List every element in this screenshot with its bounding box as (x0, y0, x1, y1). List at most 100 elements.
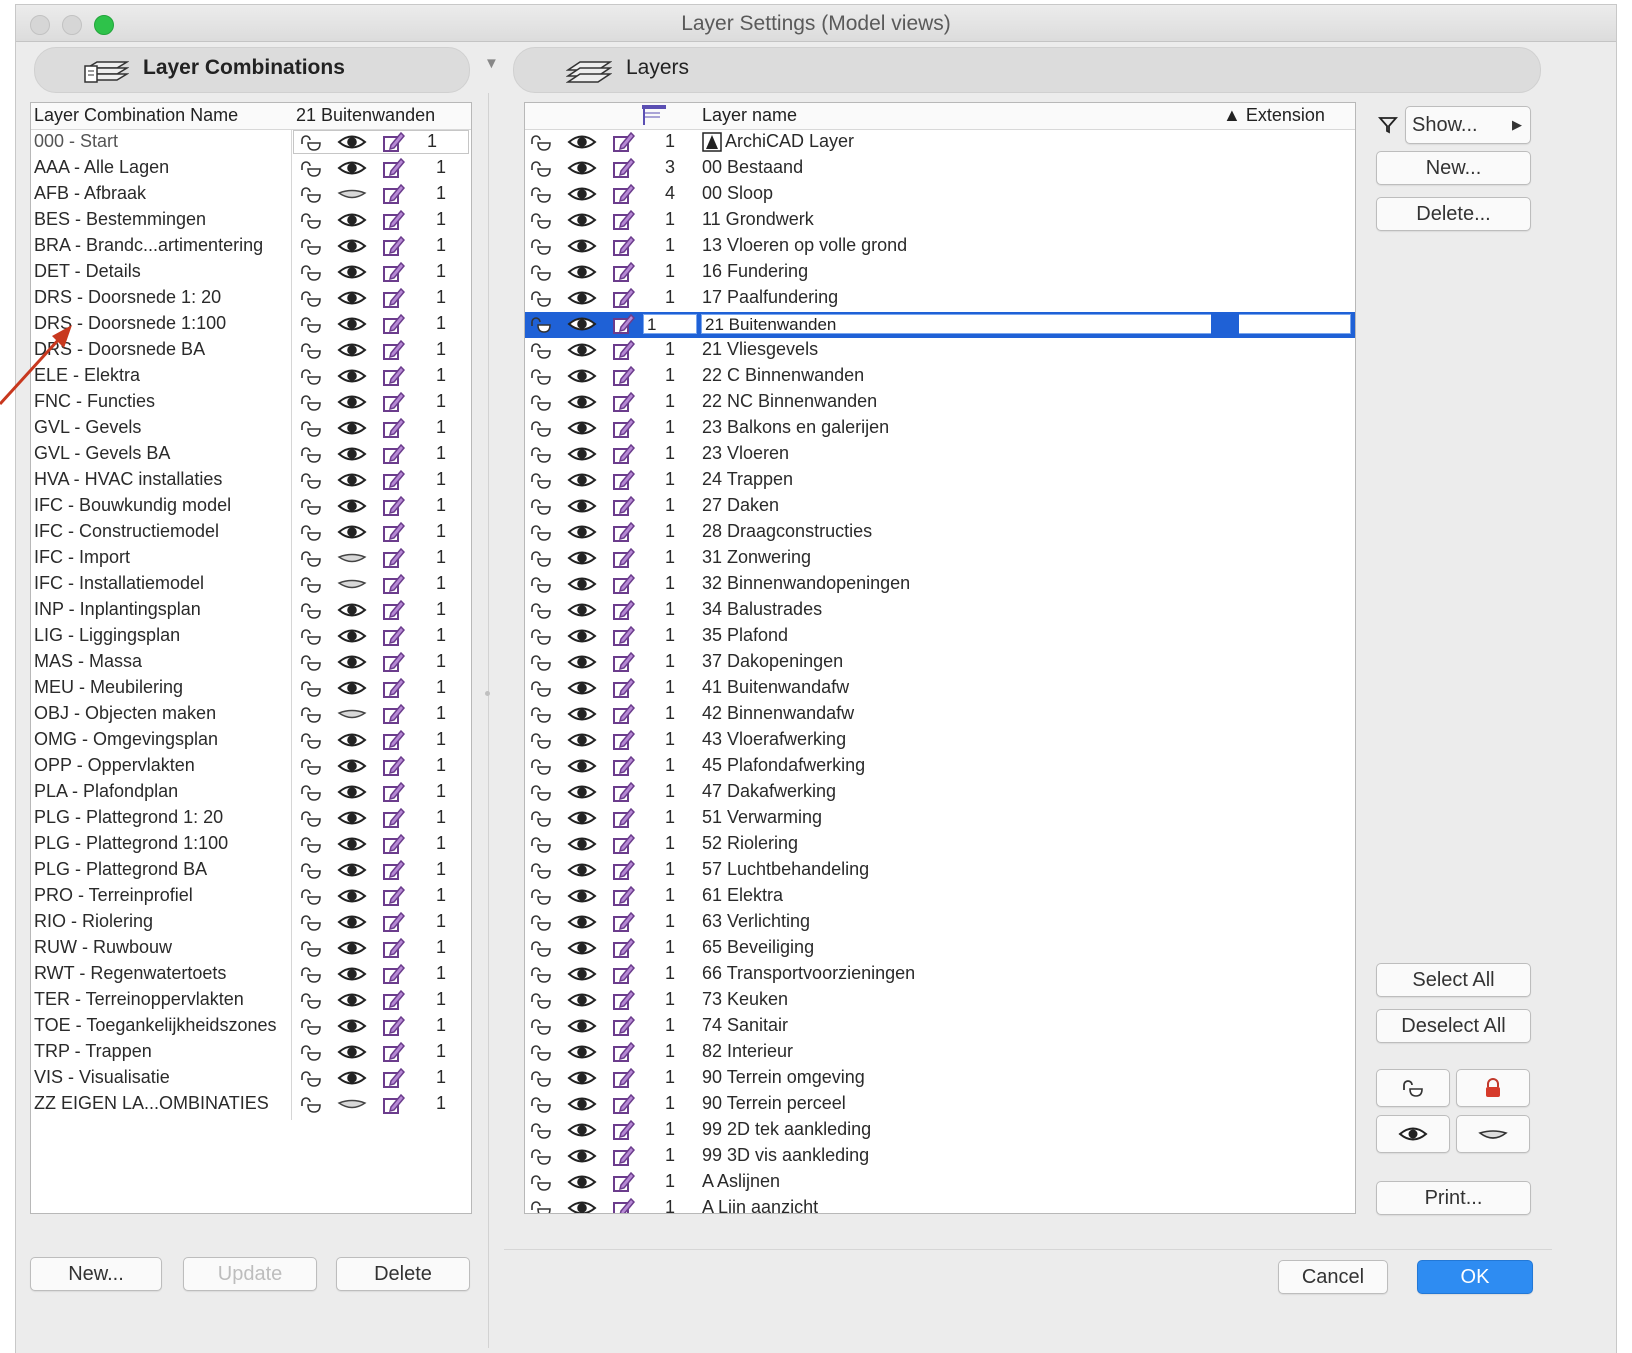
eye-icon[interactable] (567, 159, 597, 177)
unlocked-icon[interactable] (299, 419, 325, 439)
eye-icon[interactable] (337, 393, 367, 411)
print-button[interactable]: Print... (1376, 1181, 1531, 1215)
delete-combination-button[interactable]: Delete (336, 1257, 470, 1291)
eye-icon[interactable] (567, 497, 597, 515)
combination-row[interactable]: TRP - Trappen 1 (31, 1040, 471, 1066)
combination-row[interactable]: OMG - Omgevingsplan 1 (31, 728, 471, 754)
unlocked-icon[interactable] (299, 757, 325, 777)
unlocked-icon[interactable] (299, 731, 325, 751)
wireframe-icon[interactable] (381, 417, 405, 439)
eye-icon[interactable] (567, 731, 597, 749)
eye-icon[interactable] (567, 419, 597, 437)
wireframe-icon[interactable] (381, 495, 405, 517)
unlocked-icon[interactable] (299, 133, 325, 153)
eye-icon[interactable] (337, 783, 367, 801)
layer-row[interactable]: 1 61 Elektra (525, 884, 1355, 910)
layer-row[interactable]: 1 42 Binnenwandafw (525, 702, 1355, 728)
unlocked-icon[interactable] (529, 367, 555, 387)
combination-row[interactable]: DRS - Doorsnede BA 1 (31, 338, 471, 364)
eye-icon[interactable] (567, 1069, 597, 1087)
wireframe-icon[interactable] (381, 547, 405, 569)
unlocked-icon[interactable] (529, 185, 555, 205)
splitter-handle[interactable] (485, 691, 490, 696)
wireframe-icon[interactable] (611, 885, 635, 907)
unlocked-icon[interactable] (529, 523, 555, 543)
wireframe-icon[interactable] (611, 1119, 635, 1141)
unlocked-icon[interactable] (299, 1095, 325, 1115)
eye-icon[interactable] (567, 1173, 597, 1191)
layer-row[interactable]: 1 43 Vloerafwerking (525, 728, 1355, 754)
layer-row[interactable]: 1 90 Terrein omgeving (525, 1066, 1355, 1092)
wireframe-icon[interactable] (611, 469, 635, 491)
cancel-button[interactable]: Cancel (1278, 1260, 1388, 1294)
wireframe-icon[interactable] (381, 183, 405, 205)
eye-icon[interactable] (567, 263, 597, 281)
eye-icon[interactable] (337, 471, 367, 489)
unlocked-icon[interactable] (529, 965, 555, 985)
eye-icon[interactable] (337, 913, 367, 931)
wireframe-icon[interactable] (611, 937, 635, 959)
wireframe-icon[interactable] (381, 1093, 405, 1115)
lock-all-button[interactable] (1456, 1069, 1530, 1107)
eye-icon[interactable] (337, 861, 367, 879)
layer-row[interactable]: 1 21 Vliesgevels (525, 338, 1355, 364)
layer-row[interactable]: 1 28 Draagconstructies (525, 520, 1355, 546)
new-combination-button[interactable]: New... (30, 1257, 162, 1291)
wireframe-icon[interactable] (611, 131, 635, 153)
select-all-button[interactable]: Select All (1376, 963, 1531, 997)
layer-row[interactable]: 1 52 Riolering (525, 832, 1355, 858)
unlocked-icon[interactable] (529, 159, 555, 179)
wireframe-icon[interactable] (381, 391, 405, 413)
eye-icon[interactable] (337, 419, 367, 437)
wireframe-icon[interactable] (611, 443, 635, 465)
combination-row[interactable]: PLG - Plattegrond 1:100 1 (31, 832, 471, 858)
eye-icon[interactable] (567, 601, 597, 619)
unlocked-icon[interactable] (299, 393, 325, 413)
wireframe-icon[interactable] (611, 1197, 635, 1213)
layer-row[interactable]: 1 A Aslijnen (525, 1170, 1355, 1196)
wireframe-icon[interactable] (611, 677, 635, 699)
wireframe-icon[interactable] (381, 755, 405, 777)
update-combination-button[interactable]: Update (183, 1257, 317, 1291)
wireframe-icon[interactable] (611, 963, 635, 985)
wireframe-icon[interactable] (381, 131, 405, 153)
wireframe-icon[interactable] (611, 417, 635, 439)
eye-icon[interactable] (567, 1095, 597, 1113)
wireframe-icon[interactable] (611, 521, 635, 543)
layer-row[interactable]: 1 82 Interieur (525, 1040, 1355, 1066)
wireframe-icon[interactable] (611, 313, 635, 335)
wireframe-icon[interactable] (611, 1145, 635, 1167)
layer-name-field[interactable]: 21 Buitenwanden (701, 314, 1351, 334)
unlocked-icon[interactable] (299, 653, 325, 673)
unlocked-icon[interactable] (529, 471, 555, 491)
combination-row[interactable]: PLA - Plafondplan 1 (31, 780, 471, 806)
eye-icon[interactable] (567, 1043, 597, 1061)
layer-row[interactable]: 1 57 Luchtbehandeling (525, 858, 1355, 884)
delete-layer-button[interactable]: Delete... (1376, 197, 1531, 231)
unlocked-icon[interactable] (529, 1095, 555, 1115)
wireframe-icon[interactable] (611, 625, 635, 647)
eye-icon[interactable] (337, 601, 367, 619)
unlocked-icon[interactable] (529, 133, 555, 153)
unlocked-icon[interactable] (299, 497, 325, 517)
combination-row[interactable]: MEU - Meubilering 1 (31, 676, 471, 702)
layer-row[interactable]: 1 32 Binnenwandopeningen (525, 572, 1355, 598)
unlocked-icon[interactable] (529, 913, 555, 933)
eye-icon[interactable] (337, 991, 367, 1009)
eye-icon[interactable] (337, 1043, 367, 1061)
eye-icon[interactable] (567, 809, 597, 827)
unlocked-icon[interactable] (529, 263, 555, 283)
wireframe-icon[interactable] (381, 651, 405, 673)
unlocked-icon[interactable] (299, 367, 325, 387)
eye-icon[interactable] (337, 367, 367, 385)
wireframe-icon[interactable] (381, 573, 405, 595)
eye-icon[interactable] (337, 809, 367, 827)
layer-row[interactable]: 1 22 C Binnenwanden (525, 364, 1355, 390)
wireframe-icon[interactable] (611, 261, 635, 283)
unlocked-icon[interactable] (299, 159, 325, 179)
combination-row[interactable]: AAA - Alle Lagen 1 (31, 156, 471, 182)
layer-row[interactable]: 1 A Lijn aanzicht (525, 1196, 1355, 1213)
combination-row[interactable]: IFC - Constructiemodel 1 (31, 520, 471, 546)
eye-icon[interactable] (567, 939, 597, 957)
combination-row[interactable]: PLG - Plattegrond BA 1 (31, 858, 471, 884)
